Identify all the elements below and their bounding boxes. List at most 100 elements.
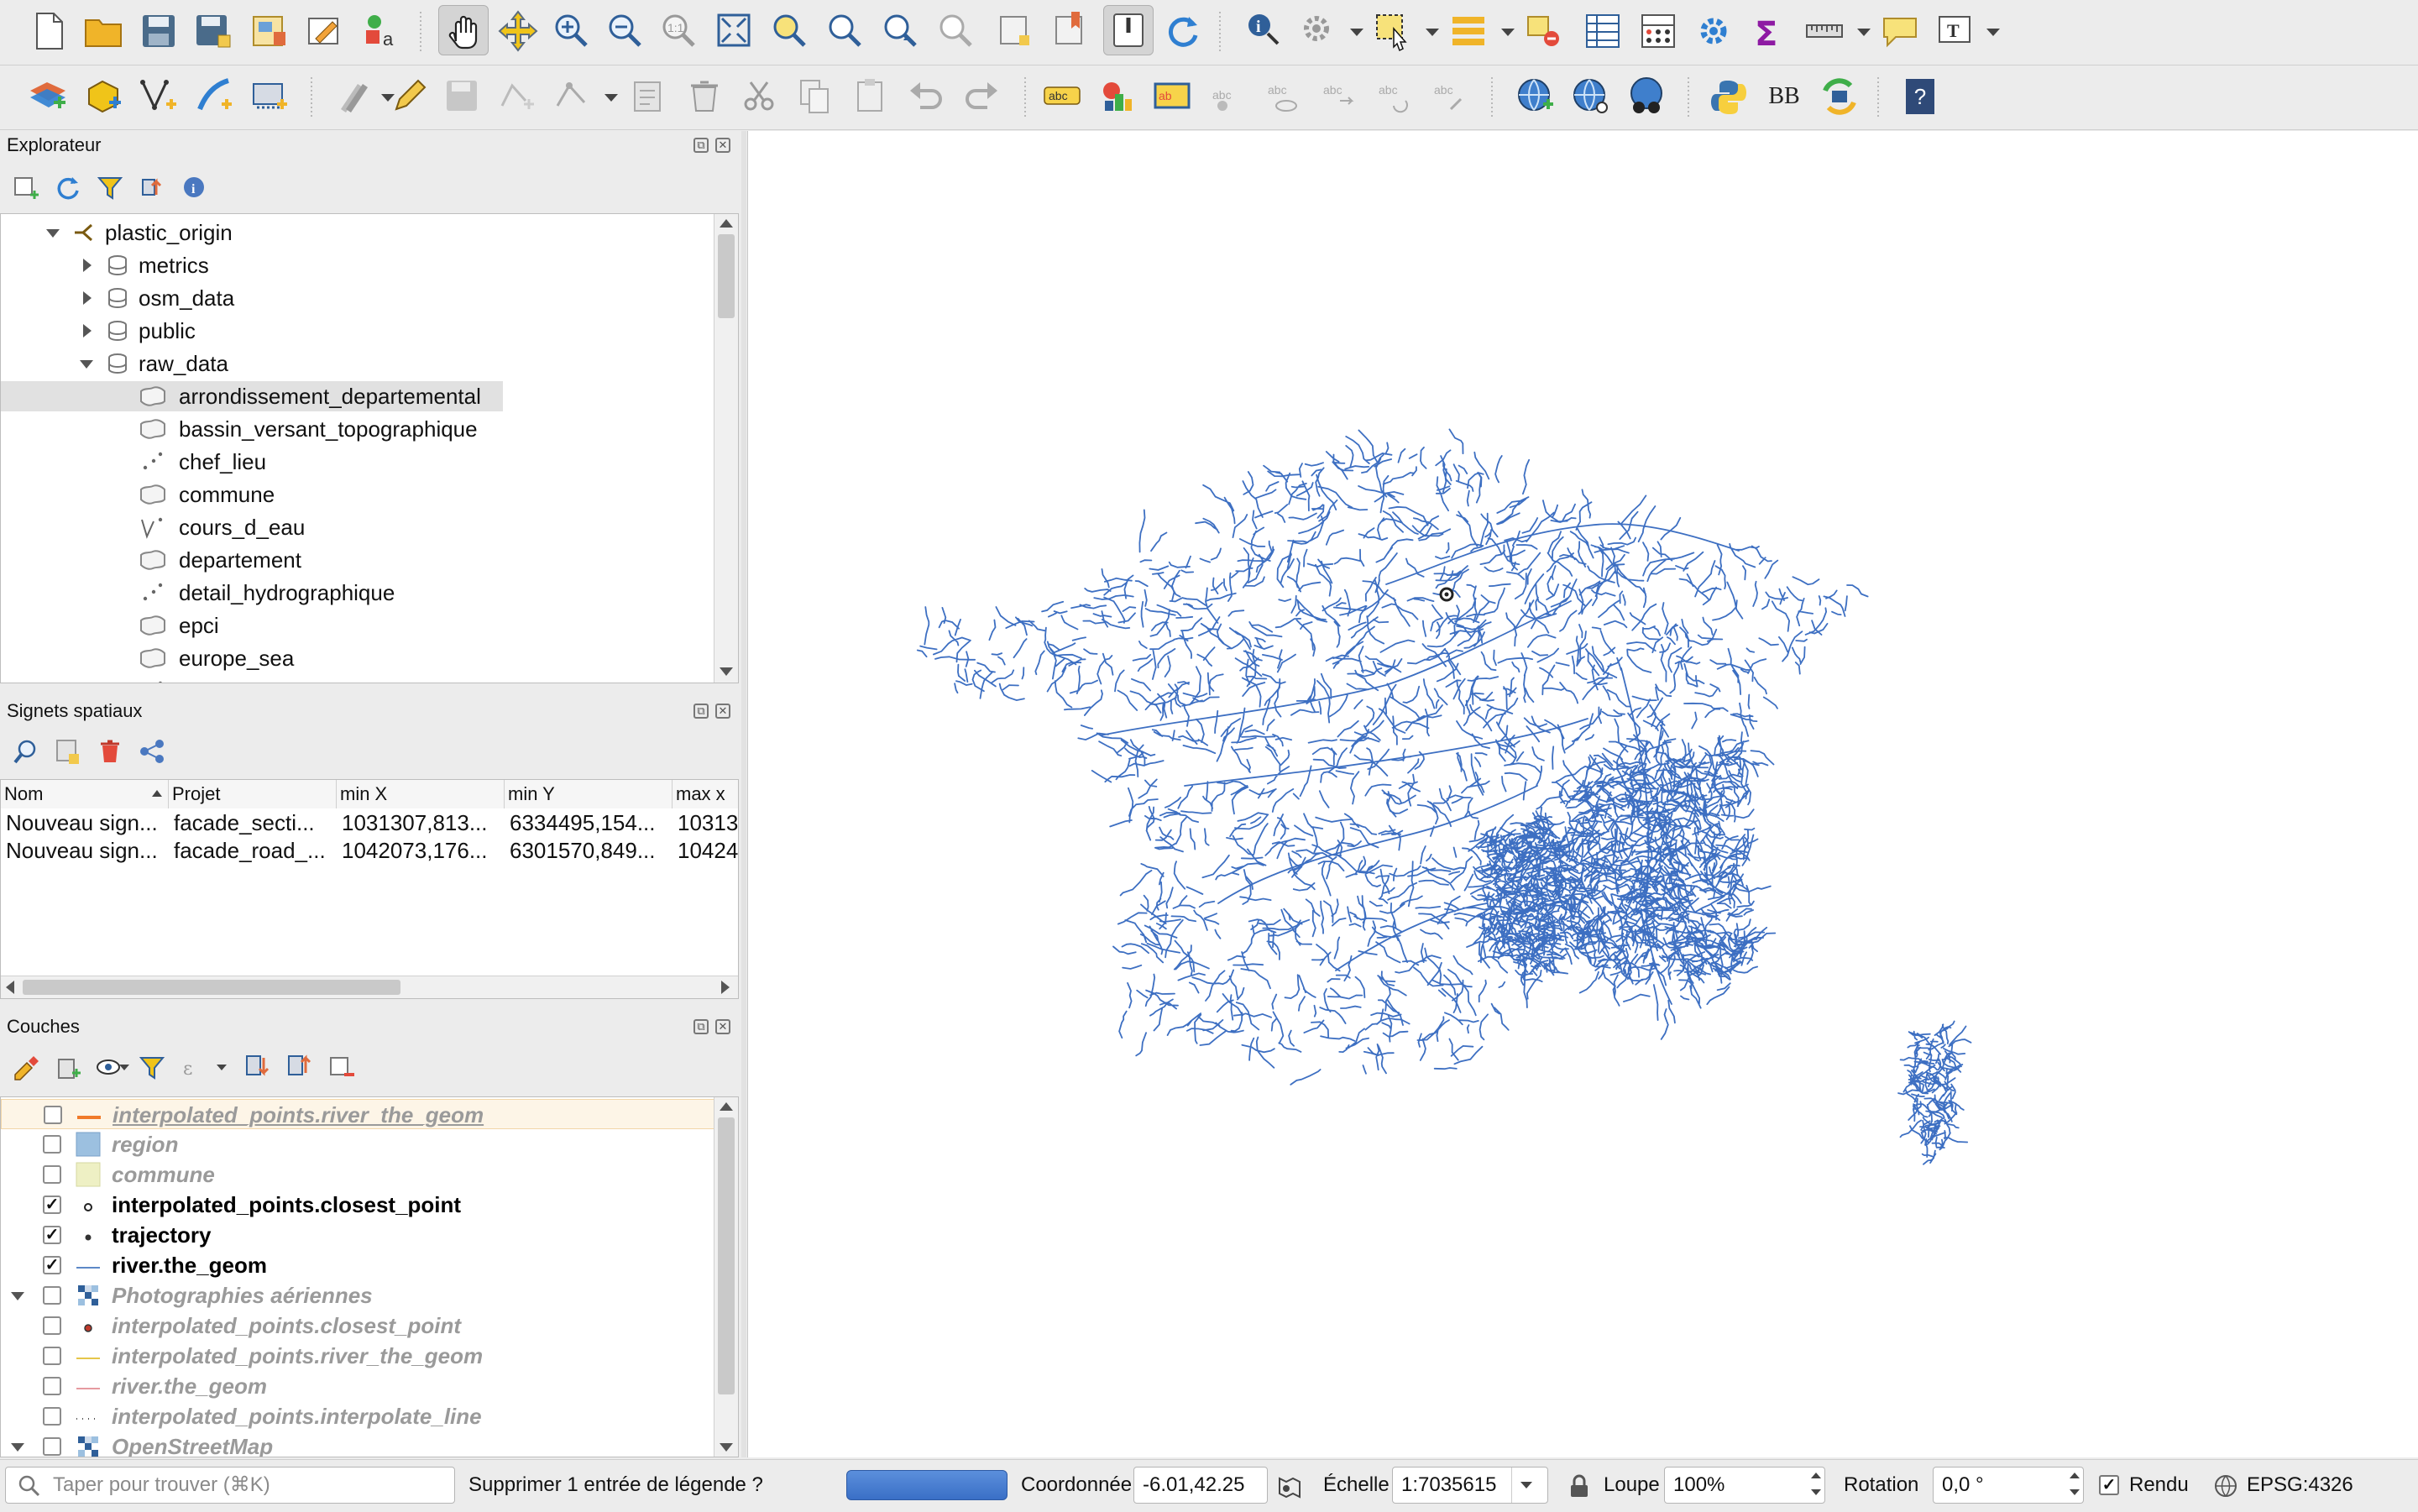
add-selected-layers-icon[interactable] — [12, 173, 40, 201]
bookmark-row[interactable]: Nouveau sign... facade_road_... 1042073,17… — [1, 836, 738, 864]
chevron-down-icon[interactable] — [119, 1065, 129, 1070]
vertex-tool-icon[interactable] — [549, 72, 598, 121]
spin-down-icon[interactable] — [1811, 1489, 1821, 1495]
rotate-label-icon[interactable]: abc — [1370, 72, 1419, 121]
map-canvas[interactable] — [747, 131, 2418, 1457]
bookmarks-hscrollbar[interactable] — [1, 976, 738, 998]
toggle-extents-icon[interactable] — [1274, 1472, 1303, 1500]
quickmapservices-search-icon[interactable] — [1567, 72, 1615, 121]
rotation-spinbox[interactable]: 0,0 ° — [1933, 1467, 2084, 1504]
help-icon[interactable]: ? — [1896, 72, 1944, 121]
style-editor-icon[interactable]: a — [356, 7, 405, 55]
zoom-native-icon[interactable]: 1:1 — [655, 7, 704, 55]
magnifier-spinbox[interactable]: 100% — [1664, 1467, 1825, 1504]
layer-visibility-checkbox[interactable] — [43, 1286, 61, 1305]
expand-all-icon[interactable] — [243, 1053, 272, 1081]
zoom-out-icon[interactable] — [601, 7, 650, 55]
delete-selected-icon[interactable] — [680, 72, 729, 121]
cut-features-icon[interactable] — [735, 72, 784, 121]
close-icon[interactable]: ✕ — [715, 704, 730, 719]
browser-item-metrics[interactable]: metrics — [1, 250, 714, 280]
delete-bookmark-icon[interactable] — [96, 737, 124, 766]
layer-visibility-checkbox[interactable] — [43, 1407, 61, 1426]
show-hide-labels-icon[interactable]: abc — [1259, 72, 1308, 121]
highlight-pinned-labels-icon[interactable]: ab — [1149, 72, 1197, 121]
save-as-icon[interactable] — [190, 7, 238, 55]
layer-item[interactable]: interpolated_points.closest_point — [1, 1311, 714, 1341]
scale-dropdown-button[interactable] — [1511, 1468, 1542, 1503]
collapse-all-icon[interactable] — [285, 1053, 314, 1081]
python-console-icon[interactable] — [1704, 72, 1753, 121]
open-project-icon[interactable] — [79, 7, 128, 55]
browser-item-bassin-versant-topographique[interactable]: bassin_versant_topographique — [1, 414, 714, 444]
chevron-down-icon[interactable] — [604, 94, 618, 102]
properties-icon[interactable]: i — [180, 173, 208, 201]
browser-item-raw-data[interactable]: raw_data — [1, 348, 714, 379]
scroll-down-icon[interactable] — [720, 667, 733, 676]
crs-icon[interactable] — [2213, 1473, 2238, 1499]
layer-visibility-checkbox[interactable]: ✓ — [43, 1256, 61, 1274]
scroll-right-icon[interactable] — [721, 981, 730, 994]
expand-arrow-icon[interactable] — [83, 291, 92, 305]
copy-features-icon[interactable] — [791, 72, 840, 121]
measure-icon[interactable] — [1800, 7, 1849, 55]
bb-plugin-icon[interactable]: BB — [1760, 72, 1808, 121]
crs-label[interactable]: EPSG:4326 — [2247, 1467, 2353, 1504]
layer-item[interactable]: ✓ river.the_geom — [1, 1250, 714, 1280]
scale-combobox[interactable]: 1:7035615 — [1392, 1467, 1548, 1504]
browser-item-europe-sea[interactable]: europe_sea — [1, 643, 714, 673]
new-geopackage-layer-icon[interactable] — [79, 72, 128, 121]
layer-visibility-checkbox[interactable] — [43, 1437, 61, 1456]
layer-visibility-checkbox[interactable] — [43, 1377, 61, 1395]
digitize-current-edits-icon[interactable] — [329, 72, 378, 121]
layer-visibility-checkbox[interactable] — [44, 1106, 62, 1124]
locator-search-input[interactable]: Taper pour trouver (⌘K) — [5, 1467, 455, 1504]
float-panel-icon[interactable]: ⧉ — [693, 704, 709, 719]
scroll-up-icon[interactable] — [720, 219, 733, 228]
save-project-icon[interactable] — [134, 7, 183, 55]
filter-by-expression-icon[interactable]: ε — [180, 1053, 208, 1081]
scroll-up-icon[interactable] — [720, 1102, 733, 1111]
browser-item-plastic-origin[interactable]: plastic_origin — [1, 217, 714, 248]
toggle-editing-icon[interactable] — [383, 72, 432, 121]
scrollbar-thumb[interactable] — [718, 234, 735, 318]
browser-item-public[interactable]: public — [1, 316, 714, 346]
layers-scrollbar[interactable] — [714, 1097, 738, 1457]
chevron-down-icon[interactable] — [1426, 29, 1439, 36]
zoom-last-icon[interactable] — [877, 7, 925, 55]
lock-icon[interactable] — [1568, 1473, 1590, 1499]
bookmark-row[interactable]: Nouveau sign... facade_secti... 1031307,81… — [1, 808, 738, 836]
browser-item-cours-d-eau[interactable]: cours_d_eau — [1, 512, 714, 542]
column-header-min-x[interactable]: min X — [337, 780, 505, 808]
map-tips-icon[interactable] — [1876, 7, 1924, 55]
change-label-icon[interactable]: abc — [1426, 72, 1474, 121]
coordinate-field[interactable]: -6.01,42.25 — [1133, 1467, 1268, 1504]
field-calculator-icon[interactable] — [1634, 7, 1683, 55]
chevron-down-icon[interactable] — [1350, 29, 1363, 36]
collapse-arrow-icon[interactable] — [11, 1443, 24, 1452]
show-bookmarks-icon[interactable] — [1046, 7, 1095, 55]
close-icon[interactable]: ✕ — [715, 138, 730, 153]
chevron-down-icon[interactable] — [1857, 29, 1871, 36]
layer-item[interactable]: region — [1, 1129, 714, 1159]
browser-item-epci[interactable]: epci — [1, 610, 714, 641]
expand-arrow-icon[interactable] — [83, 259, 92, 272]
layer-item[interactable]: interpolated_points.interpolate_line — [1, 1401, 714, 1431]
quickmapservices-icon[interactable] — [1511, 72, 1560, 121]
browser-item-arrondissement-departemental[interactable]: arrondissement_departemental — [1, 381, 714, 411]
pan-to-selection-icon[interactable] — [494, 7, 542, 55]
quickosm-icon[interactable] — [1622, 72, 1671, 121]
layer-item[interactable]: ✓ interpolated_points.closest_point — [1, 1190, 714, 1220]
layer-visibility-checkbox[interactable] — [43, 1316, 61, 1335]
float-panel-icon[interactable]: ⧉ — [693, 1019, 709, 1034]
refresh-icon[interactable] — [1159, 7, 1207, 55]
browser-item-detail-hydrographique[interactable]: detail_hydrographique — [1, 578, 714, 608]
layer-visibility-checkbox[interactable] — [43, 1165, 61, 1184]
new-spatialite-layer-icon[interactable] — [190, 72, 238, 121]
spin-up-icon[interactable] — [2070, 1473, 2080, 1478]
collapse-arrow-icon[interactable] — [46, 229, 60, 238]
select-features-icon[interactable] — [1369, 7, 1417, 55]
chevron-down-icon[interactable] — [1986, 29, 2000, 36]
zoom-next-icon[interactable] — [932, 7, 981, 55]
render-checkbox[interactable]: ✓ — [2099, 1475, 2119, 1495]
